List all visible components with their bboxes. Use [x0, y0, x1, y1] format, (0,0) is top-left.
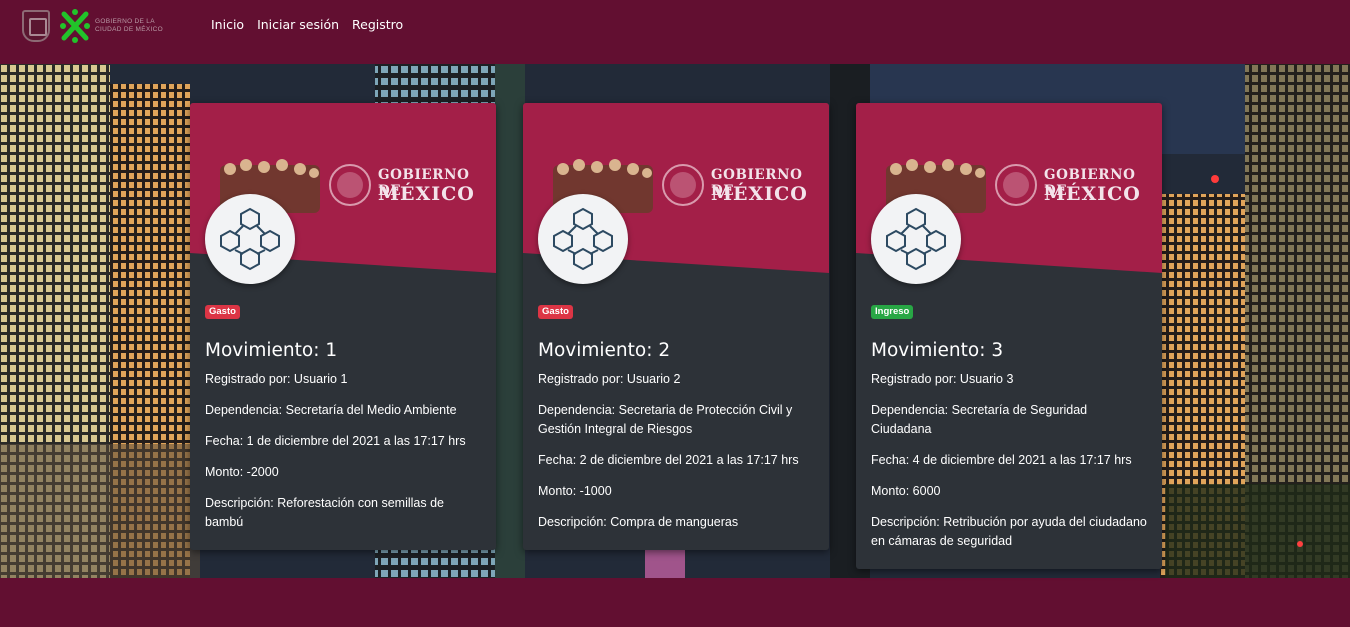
registrado-text: Registrado por: Usuario 3: [871, 372, 1014, 386]
card-banner: GOBIERNO DE MÉXICO: [856, 103, 1162, 284]
fecha-text: Fecha: 2 de diciembre del 2021 a las 17:…: [538, 453, 799, 467]
registrado-text: Registrado por: Usuario 1: [205, 372, 348, 386]
banner-title-line2: MÉXICO: [711, 183, 808, 205]
card-title: Movimiento: 1: [205, 340, 338, 361]
card-title: Movimiento: 2: [538, 340, 671, 361]
card-body: Ingreso Movimiento: 3 Registrado por: Us…: [856, 273, 1162, 569]
monto-text: Monto: -1000: [538, 484, 612, 498]
avatar: [538, 194, 628, 284]
movement-card-3: GOBIERNO DE MÉXICO Ingreso Movimiento: 3…: [856, 103, 1162, 569]
card-body: Gasto Movimiento: 2 Registrado por: Usua…: [523, 273, 829, 550]
movement-card-2: GOBIERNO DE MÉXICO Gasto Movimiento: 2 R…: [523, 103, 829, 550]
blockchain-icon: [553, 207, 613, 271]
logo-text: GOBIERNO DE LA CIUDAD DE MÉXICO: [95, 18, 164, 33]
avatar: [871, 194, 961, 284]
descripcion-text: Descripción: Retribución por ayuda del c…: [871, 515, 1147, 548]
blockchain-icon: [886, 207, 946, 271]
blockchain-icon: [220, 207, 280, 271]
nav-links: Inicio Iniciar sesión Registro: [211, 17, 403, 32]
movement-card-1: GOBIERNO DE MÉXICO Gasto Movimiento: 1 R…: [190, 103, 496, 550]
card-banner: GOBIERNO DE MÉXICO: [190, 103, 496, 284]
cdmx-logo-icon[interactable]: [58, 8, 92, 44]
nav-link-inicio[interactable]: Inicio: [211, 17, 244, 32]
nav-link-iniciar-sesion[interactable]: Iniciar sesión: [257, 17, 339, 32]
card-banner: GOBIERNO DE MÉXICO: [523, 103, 829, 284]
status-badge: Gasto: [538, 305, 573, 319]
descripcion-text: Descripción: Compra de mangueras: [538, 515, 739, 529]
banner-title-line2: MÉXICO: [1044, 183, 1141, 205]
fecha-text: Fecha: 4 de diciembre del 2021 a las 17:…: [871, 453, 1132, 467]
banner-title-line2: MÉXICO: [378, 183, 475, 205]
footer: [0, 578, 1350, 627]
descripcion-text: Descripción: Reforestación con semillas …: [205, 496, 444, 529]
card-body: Gasto Movimiento: 1 Registrado por: Usua…: [190, 273, 496, 550]
status-badge: Gasto: [205, 305, 240, 319]
monto-text: Monto: -2000: [205, 465, 279, 479]
monto-text: Monto: 6000: [871, 484, 941, 498]
navbar: GOBIERNO DE LA CIUDAD DE MÉXICO Inicio I…: [0, 0, 1350, 64]
dependencia-text: Dependencia: Secretaria de Protección Ci…: [538, 403, 793, 436]
status-badge: Ingreso: [871, 305, 914, 319]
nav-link-registro[interactable]: Registro: [352, 17, 403, 32]
dependencia-text: Dependencia: Secretaría del Medio Ambien…: [205, 403, 457, 417]
fecha-text: Fecha: 1 de diciembre del 2021 a las 17:…: [205, 434, 466, 448]
coat-of-arms-logo[interactable]: [22, 10, 50, 42]
registrado-text: Registrado por: Usuario 2: [538, 372, 681, 386]
avatar: [205, 194, 295, 284]
card-title: Movimiento: 3: [871, 340, 1004, 361]
dependencia-text: Dependencia: Secretaría de Seguridad Ciu…: [871, 403, 1088, 436]
